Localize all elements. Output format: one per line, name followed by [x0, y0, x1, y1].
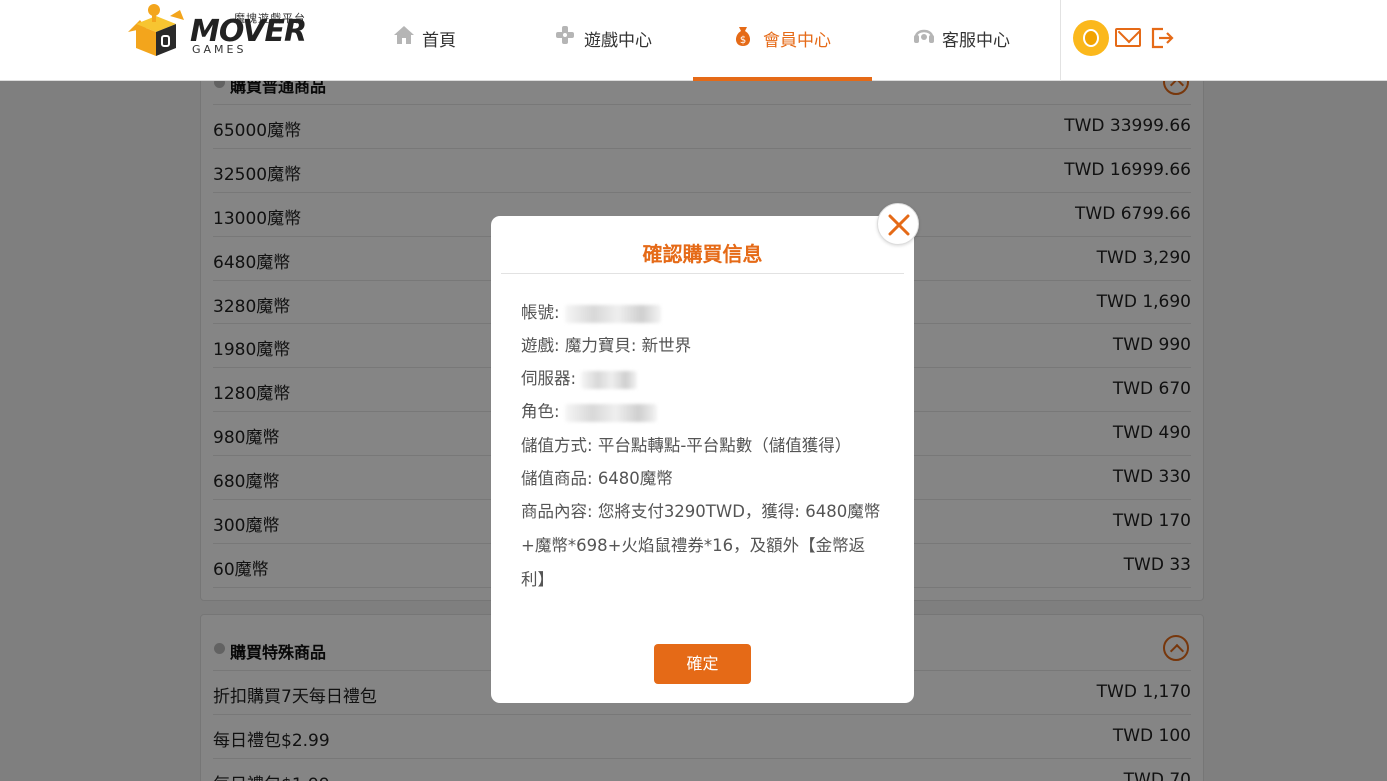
field-server: 伺服器: [521, 362, 886, 396]
field-label: 儲值方式: [521, 436, 593, 455]
header-divider [1060, 0, 1061, 81]
field-product: 儲值商品: 6480魔幣 [521, 462, 886, 496]
field-label: 帳號: [521, 303, 560, 322]
nav-label: 遊戲中心 [584, 31, 652, 51]
redacted-character [564, 403, 657, 422]
close-dialog-button[interactable] [877, 203, 919, 245]
field-label: 遊戲: [521, 336, 560, 355]
coin-icon[interactable] [1073, 20, 1109, 56]
nav-label: 客服中心 [942, 31, 1010, 51]
svg-text:$: $ [740, 35, 746, 46]
field-label: 伺服器: [521, 369, 577, 388]
gamepad-icon [556, 26, 574, 44]
confirm-purchase-dialog: 確認購買信息 帳號: 遊戲: 魔力寶貝: 新世界 伺服器: 角色: 儲值方式: … [491, 216, 914, 703]
field-character: 角色: [521, 395, 886, 429]
top-header: 魔塊遊戲平台 MOVER GAMES 首頁 遊戲中心 $ 會員中心 客服中心 [0, 0, 1387, 81]
headset-icon [914, 29, 934, 43]
field-value: 6480魔幣 [597, 469, 673, 488]
dialog-title: 確認購買信息 [642, 242, 763, 266]
mail-icon[interactable] [1115, 28, 1141, 47]
money-bag-icon: $ [735, 27, 751, 46]
field-label: 儲值商品: [521, 469, 593, 488]
field-account: 帳號: [521, 296, 886, 330]
field-value: 平台點轉點-平台點數（儲值獲得） [597, 436, 852, 455]
field-payment-method: 儲值方式: 平台點轉點-平台點數（儲值獲得） [521, 429, 886, 463]
nav-home[interactable]: 首頁 [370, 0, 549, 81]
field-label: 商品內容: [521, 502, 593, 521]
redacted-server [581, 370, 638, 389]
confirm-button[interactable]: 確定 [654, 644, 751, 684]
nav-member-center[interactable]: $ 會員中心 [693, 0, 872, 81]
logout-icon[interactable] [1150, 26, 1174, 50]
nav-label: 首頁 [422, 31, 456, 51]
field-product-content: 商品內容: 您將支付3290TWD，獲得: 6480魔幣+魔幣*698+火焰鼠禮… [521, 495, 886, 597]
nav-game-center[interactable]: 遊戲中心 [530, 0, 709, 81]
close-icon [888, 214, 910, 236]
nav-label: 會員中心 [763, 31, 831, 51]
logo-subtext: GAMES [192, 43, 247, 56]
field-game: 遊戲: 魔力寶貝: 新世界 [521, 329, 886, 363]
title-divider [501, 273, 904, 274]
logo-cube-icon [128, 4, 184, 56]
home-icon [394, 26, 414, 44]
nav-customer-service[interactable]: 客服中心 [890, 0, 1069, 81]
mover-games-logo[interactable]: 魔塊遊戲平台 MOVER GAMES [126, 2, 307, 58]
field-label: 角色: [521, 402, 560, 421]
field-value: 魔力寶貝: 新世界 [564, 336, 692, 355]
redacted-account [564, 304, 661, 323]
